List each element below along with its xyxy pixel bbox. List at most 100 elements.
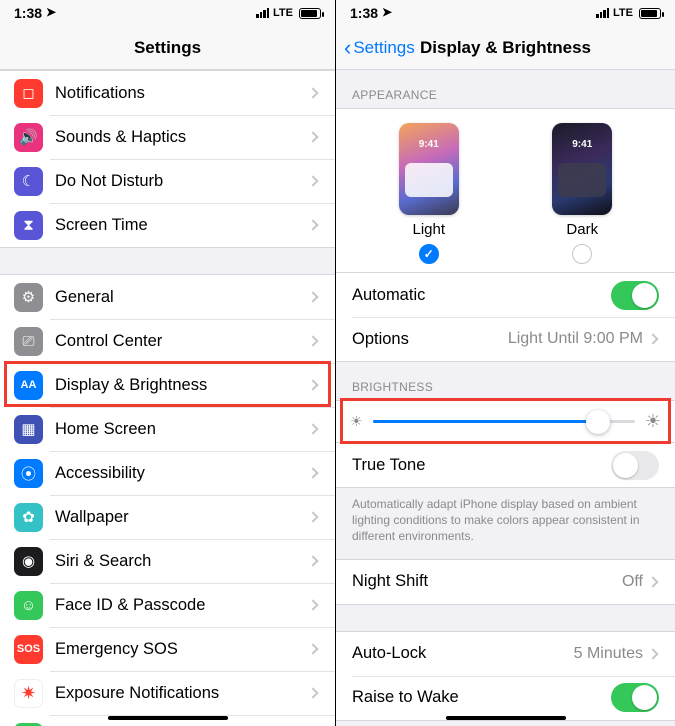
status-time: 1:38 <box>14 5 42 21</box>
person-icon: ⦿ <box>14 459 43 488</box>
appearance-dark[interactable]: 9:41 Dark <box>552 123 612 264</box>
settings-row-general[interactable]: ⚙︎ General <box>0 275 335 319</box>
settings-row-do-not-disturb[interactable]: ☾ Do Not Disturb <box>0 159 335 203</box>
chevron-right-icon <box>307 379 318 390</box>
chevron-right-icon <box>307 599 318 610</box>
light-preview: 9:41 <box>399 123 459 215</box>
bell-icon: ◻︎ <box>14 79 43 108</box>
light-radio[interactable] <box>419 244 439 264</box>
chevron-right-icon <box>307 291 318 302</box>
gear-icon: ⚙︎ <box>14 283 43 312</box>
row-label: Sounds & Haptics <box>55 128 309 147</box>
settings-row-wallpaper[interactable]: ✿Wallpaper <box>0 495 335 539</box>
chevron-right-icon <box>307 555 318 566</box>
row-label: Control Center <box>55 332 309 351</box>
chevron-right-icon <box>307 87 318 98</box>
settings-screen: 1:38 ➤ LTE Settings ◻︎Notifications 🔊 Soun… <box>0 0 336 726</box>
faceid-icon: ☺︎ <box>14 591 43 620</box>
home-indicator[interactable] <box>108 716 228 721</box>
dark-radio[interactable] <box>572 244 592 264</box>
chevron-right-icon <box>307 687 318 698</box>
row-label: Accessibility <box>55 464 309 483</box>
row-label: General <box>55 288 309 307</box>
location-icon: ➤ <box>46 5 56 19</box>
flower-icon: ✿ <box>14 503 43 532</box>
light-label: Light <box>412 221 445 238</box>
signal-icon <box>596 8 609 18</box>
raisetowake-row[interactable]: Raise to Wake <box>336 676 675 720</box>
settings-row-siri-search[interactable]: ◉ Siri & Search <box>0 539 335 583</box>
row-label: Siri & Search <box>55 552 309 571</box>
row-label: Face ID & Passcode <box>55 596 309 615</box>
appearance-light[interactable]: 9:41 Light <box>399 123 459 264</box>
network-label: LTE <box>613 7 633 19</box>
settings-row-sounds-haptics[interactable]: 🔊 Sounds & Haptics <box>0 115 335 159</box>
display-brightness-screen: 1:38 ➤ LTE ‹ Settings Display & Brightne… <box>336 0 675 726</box>
truetone-toggle[interactable] <box>611 451 659 480</box>
nightshift-row[interactable]: Night Shift Off <box>336 560 675 604</box>
switches-icon: ⎚ <box>14 327 43 356</box>
chevron-right-icon <box>307 511 318 522</box>
sun-large-icon: ☀︎ <box>645 411 661 432</box>
header: Settings <box>0 26 335 70</box>
chevron-right-icon <box>307 423 318 434</box>
virus-icon: ✷ <box>14 679 43 708</box>
grid-icon: ▦ <box>14 415 43 444</box>
row-label: Emergency SOS <box>55 640 309 659</box>
appearance-selector: 9:41 Light 9:41 Dark <box>336 108 675 272</box>
chevron-right-icon <box>307 335 318 346</box>
row-label: Do Not Disturb <box>55 172 309 191</box>
settings-list[interactable]: ◻︎Notifications 🔊 Sounds & Haptics ☾ Do Not … <box>0 70 335 726</box>
dark-preview: 9:41 <box>552 123 612 215</box>
header: ‹ Settings Display & Brightness <box>336 26 675 70</box>
options-row[interactable]: Options Light Until 9:00 PM <box>336 317 675 361</box>
settings-row-screen-time[interactable]: ⧗ Screen Time <box>0 203 335 247</box>
chevron-right-icon <box>307 131 318 142</box>
appearance-header: APPEARANCE <box>336 70 675 108</box>
chevron-right-icon <box>307 219 318 230</box>
settings-row-control-center[interactable]: ⎚ Control Center <box>0 319 335 363</box>
status-bar: 1:38 ➤ LTE <box>336 0 675 26</box>
brightness-slider[interactable] <box>373 420 635 423</box>
chevron-right-icon <box>647 333 658 344</box>
signal-icon <box>256 8 269 18</box>
sun-small-icon: ☀︎ <box>350 413 363 430</box>
truetone-row[interactable]: True Tone <box>336 443 675 487</box>
home-indicator[interactable] <box>446 716 566 721</box>
settings-row-exposure-notifications[interactable]: ✷ Exposure Notifications <box>0 671 335 715</box>
page-title: Display & Brightness <box>420 38 591 58</box>
automatic-row[interactable]: Automatic <box>336 273 675 317</box>
row-label: Exposure Notifications <box>55 684 309 703</box>
row-label: Screen Time <box>55 216 309 235</box>
moon-icon: ☾ <box>14 167 43 196</box>
siri-icon: ◉ <box>14 547 43 576</box>
speaker-icon: 🔊 <box>14 123 43 152</box>
automatic-toggle[interactable] <box>611 281 659 310</box>
chevron-right-icon <box>647 648 658 659</box>
settings-row-face-id-passcode[interactable]: ☺︎ Face ID & Passcode <box>0 583 335 627</box>
aa-icon: AA <box>14 371 43 400</box>
row-label: Home Screen <box>55 420 309 439</box>
battery-icon: ▮ <box>14 723 43 726</box>
back-label: Settings <box>353 38 414 58</box>
network-label: LTE <box>273 7 293 19</box>
settings-row-emergency-sos[interactable]: SOSEmergency SOS <box>0 627 335 671</box>
raisetowake-toggle[interactable] <box>611 683 659 712</box>
battery-icon <box>299 8 321 19</box>
dark-label: Dark <box>566 221 598 238</box>
settings-row-home-screen[interactable]: ▦ Home Screen <box>0 407 335 451</box>
truetone-note: Automatically adapt iPhone display based… <box>336 488 675 559</box>
settings-row-notifications[interactable]: ◻︎Notifications <box>0 71 335 115</box>
chevron-left-icon: ‹ <box>344 37 351 59</box>
chevron-right-icon <box>647 576 658 587</box>
page-title: Settings <box>134 38 201 58</box>
display-content[interactable]: APPEARANCE 9:41 Light 9:41 Dark <box>336 70 675 726</box>
hourglass-icon: ⧗ <box>14 211 43 240</box>
chevron-right-icon <box>307 467 318 478</box>
settings-row-accessibility[interactable]: ⦿ Accessibility <box>0 451 335 495</box>
brightness-header: BRIGHTNESS <box>336 362 675 400</box>
brightness-slider-row[interactable]: ☀︎ ☀︎ <box>336 400 675 443</box>
settings-row-display-brightness[interactable]: AADisplay & Brightness <box>0 363 335 407</box>
back-button[interactable]: ‹ Settings <box>344 37 415 59</box>
autolock-row[interactable]: Auto-Lock 5 Minutes <box>336 632 675 676</box>
